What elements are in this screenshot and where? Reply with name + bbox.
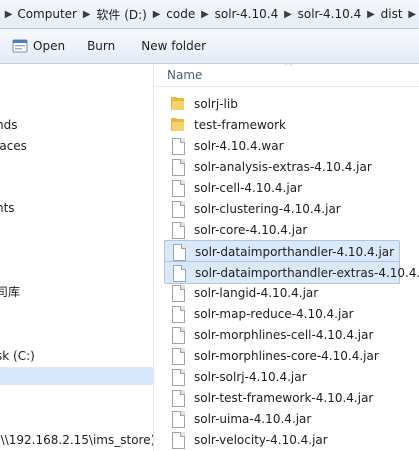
file-item[interactable]: solr-clustering-4.10.4.jar (164, 198, 404, 219)
open-icon (12, 38, 28, 54)
folder-icon (170, 96, 186, 112)
file-item[interactable]: solr-velocity-4.10.4.jar (164, 429, 404, 450)
document-icon (170, 389, 186, 407)
breadcrumb-solr-outer[interactable]: solr-4.10.4 (212, 7, 282, 21)
navigation-pane[interactable]: nds laces nts 司库 sk (C:) (\\192.168.2.15… (0, 64, 154, 451)
document-icon (170, 179, 186, 197)
document-icon (170, 137, 186, 155)
file-name: solr-cell-4.10.4.jar (194, 180, 303, 195)
file-name: solr-uima-4.10.4.jar (194, 411, 312, 426)
column-name-label: Name (167, 68, 203, 82)
file-item[interactable]: solr-morphlines-core-4.10.4.jar (164, 345, 404, 366)
file-item[interactable]: solr-test-framework-4.10.4.jar (164, 387, 404, 408)
folder-item[interactable]: solrj-lib (164, 93, 404, 114)
file-name: solr-solrj-4.10.4.jar (194, 369, 307, 384)
document-icon (170, 200, 186, 218)
nav-item-recent-places[interactable]: laces (0, 137, 27, 155)
document-icon (170, 410, 186, 428)
file-item[interactable]: solr-dataimporthandler-extras-4.10.4.jar (164, 261, 419, 284)
chevron-right-icon[interactable]: ▶ (150, 9, 163, 20)
folder-item[interactable]: test-framework (164, 114, 404, 135)
file-list[interactable]: ^ Name solrj-lib test-framework solr-4.10.… (154, 64, 419, 451)
chevron-right-icon[interactable]: ▶ (364, 9, 377, 20)
document-icon (170, 326, 186, 344)
breadcrumb-drive-d[interactable]: 软件 (D:) (93, 6, 149, 23)
file-item[interactable]: solr-uima-4.10.4.jar (164, 408, 404, 429)
sort-ascending-icon: ^ (284, 64, 293, 72)
file-item[interactable]: solr-cell-4.10.4.jar (164, 177, 404, 198)
file-item[interactable]: solr-map-reduce-4.10.4.jar (164, 303, 404, 324)
document-icon (171, 264, 187, 282)
burn-button[interactable]: Burn (79, 33, 123, 59)
file-name: solr-4.10.4.war (194, 138, 284, 153)
file-name: test-framework (194, 117, 286, 132)
nav-item-downloads[interactable]: nds (0, 116, 17, 134)
file-name: solr-velocity-4.10.4.jar (194, 432, 328, 447)
file-name: solr-dataimporthandler-extras-4.10.4.jar (195, 265, 419, 280)
document-icon (170, 221, 186, 239)
chevron-right-icon[interactable]: ▶ (281, 9, 294, 20)
file-name: solr-test-framework-4.10.4.jar (194, 390, 374, 405)
file-item[interactable]: solr-langid-4.10.4.jar (164, 282, 404, 303)
file-item[interactable]: solr-morphlines-cell-4.10.4.jar (164, 324, 404, 345)
nav-item-network-drive[interactable]: (\\192.168.2.15\ims_store) ( (0, 431, 153, 449)
chevron-right-icon[interactable]: ▶ (406, 9, 419, 20)
document-icon (171, 243, 187, 261)
nav-item-documents[interactable]: nts (0, 199, 15, 217)
chevron-right-icon[interactable]: ▶ (198, 9, 211, 20)
document-icon (170, 305, 186, 323)
open-button[interactable]: Open (0, 33, 73, 59)
document-icon (170, 347, 186, 365)
folder-icon (170, 117, 186, 133)
file-item[interactable]: solr-solrj-4.10.4.jar (164, 366, 404, 387)
file-name: solrj-lib (194, 96, 238, 111)
nav-item-selected[interactable] (0, 367, 153, 385)
file-name: solr-morphlines-cell-4.10.4.jar (194, 327, 374, 342)
file-item[interactable]: solr-core-4.10.4.jar (164, 219, 404, 240)
breadcrumb-code[interactable]: code (163, 7, 198, 21)
open-label: Open (33, 39, 66, 53)
breadcrumb-solr-inner[interactable]: solr-4.10.4 (295, 7, 365, 21)
new-folder-button[interactable]: New folder (133, 33, 214, 59)
breadcrumb-dist[interactable]: dist (378, 7, 406, 21)
command-bar: Open Burn New folder (0, 29, 419, 64)
file-name: solr-core-4.10.4.jar (194, 222, 308, 237)
address-bar[interactable]: ▶ Computer ▶ 软件 (D:) ▶ code ▶ solr-4.10.… (0, 0, 419, 29)
breadcrumb-computer[interactable]: Computer (15, 7, 80, 21)
file-name: solr-clustering-4.10.4.jar (194, 201, 341, 216)
file-item[interactable]: solr-4.10.4.war (164, 135, 404, 156)
nav-item-library[interactable]: 司库 (0, 283, 20, 301)
file-item[interactable]: solr-analysis-extras-4.10.4.jar (164, 156, 404, 177)
burn-label: Burn (87, 39, 116, 53)
file-item[interactable]: solr-dataimporthandler-4.10.4.jar (164, 240, 400, 263)
file-name: solr-dataimporthandler-4.10.4.jar (195, 244, 395, 259)
file-name: solr-analysis-extras-4.10.4.jar (194, 159, 372, 174)
nav-item-local-disk-c[interactable]: sk (C:) (0, 347, 35, 365)
chevron-right-icon[interactable]: ▶ (80, 9, 93, 20)
document-icon (170, 158, 186, 176)
document-icon (170, 431, 186, 449)
column-header-name[interactable]: ^ Name (154, 64, 419, 87)
file-name: solr-map-reduce-4.10.4.jar (194, 306, 354, 321)
new-folder-label: New folder (141, 39, 207, 53)
file-name: solr-morphlines-core-4.10.4.jar (194, 348, 379, 363)
document-icon (170, 284, 186, 302)
document-icon (170, 368, 186, 386)
chevron-right-icon[interactable]: ▶ (2, 9, 15, 20)
file-name: solr-langid-4.10.4.jar (194, 285, 319, 300)
breadcrumb[interactable]: ▶ Computer ▶ 软件 (D:) ▶ code ▶ solr-4.10.… (0, 0, 419, 28)
